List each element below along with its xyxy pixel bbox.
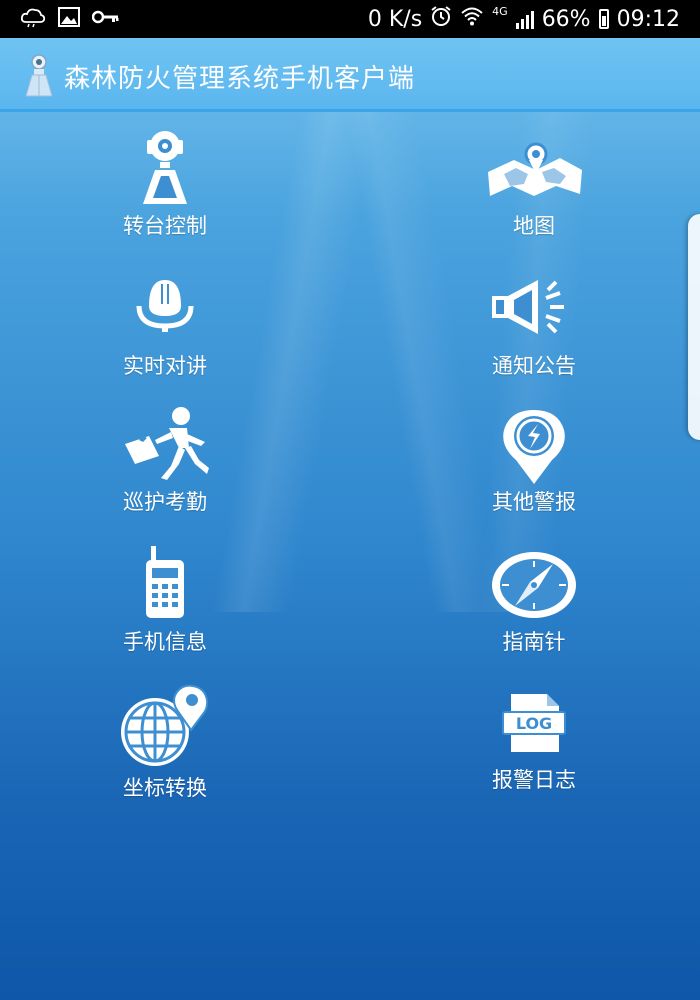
log-badge-text: LOG	[516, 714, 552, 733]
walkie-talkie-icon	[140, 544, 190, 622]
menu-item-label: 报警日志	[492, 768, 576, 792]
menu-item-map[interactable]: 地图	[434, 126, 634, 246]
cloud-icon	[20, 6, 46, 32]
menu-item-intercom[interactable]: 实时对讲	[65, 270, 265, 390]
walking-person-icon	[115, 406, 215, 482]
menu-item-label: 巡护考勤	[123, 490, 207, 514]
alarm-icon	[430, 5, 452, 33]
menu-item-compass[interactable]: 指南针	[434, 544, 634, 664]
pan-tilt-camera-icon	[133, 126, 197, 206]
notification-icons	[20, 6, 120, 32]
alert-pin-icon	[494, 406, 574, 486]
menu-item-label: 坐标转换	[123, 776, 207, 800]
menu-item-alarm-log[interactable]: LOG 报警日志	[434, 684, 634, 804]
net-speed: 0 K/s	[367, 6, 423, 32]
system-status: 0 K/s 4G 66% 09:12	[368, 0, 680, 38]
network-type: 4G	[492, 4, 508, 18]
menu-item-label: 实时对讲	[123, 354, 207, 378]
menu-item-label: 指南针	[502, 630, 566, 654]
compass-icon	[489, 550, 579, 620]
menu-item-announcements[interactable]: 通知公告	[434, 270, 634, 390]
log-file-icon: LOG	[499, 692, 569, 754]
menu-item-patrol-attendance[interactable]: 巡护考勤	[65, 406, 265, 526]
globe-pin-icon	[115, 684, 215, 768]
menu-item-pan-tilt-control[interactable]: 转台控制	[65, 126, 265, 246]
page-title: 森林防火管理系统手机客户端	[64, 64, 416, 94]
battery-icon	[598, 9, 609, 29]
status-bar: 0 K/s 4G 66% 09:12	[0, 0, 700, 38]
app-title-bar: 森林防火管理系统手机客户端	[0, 38, 700, 112]
camera-tower-icon	[22, 52, 56, 98]
edge-panel-handle[interactable]	[688, 214, 700, 440]
menu-item-label: 其他警报	[492, 490, 576, 514]
microphone-icon	[133, 276, 197, 336]
menu-item-label: 地图	[513, 214, 555, 238]
megaphone-icon	[484, 276, 584, 340]
image-icon	[58, 7, 80, 31]
wifi-icon	[460, 6, 484, 32]
map-pin-icon	[484, 140, 584, 200]
menu-item-label: 手机信息	[123, 630, 207, 654]
clock: 09:12	[616, 6, 680, 32]
menu-item-coordinate-convert[interactable]: 坐标转换	[65, 684, 265, 804]
battery-percent: 66%	[541, 6, 591, 32]
menu-item-label: 转台控制	[123, 214, 207, 238]
menu-item-label: 通知公告	[492, 354, 576, 378]
menu-item-other-alarms[interactable]: 其他警报	[434, 406, 634, 526]
signal-icon	[515, 9, 534, 29]
key-icon	[91, 9, 120, 29]
menu-item-phone-info[interactable]: 手机信息	[65, 544, 265, 664]
